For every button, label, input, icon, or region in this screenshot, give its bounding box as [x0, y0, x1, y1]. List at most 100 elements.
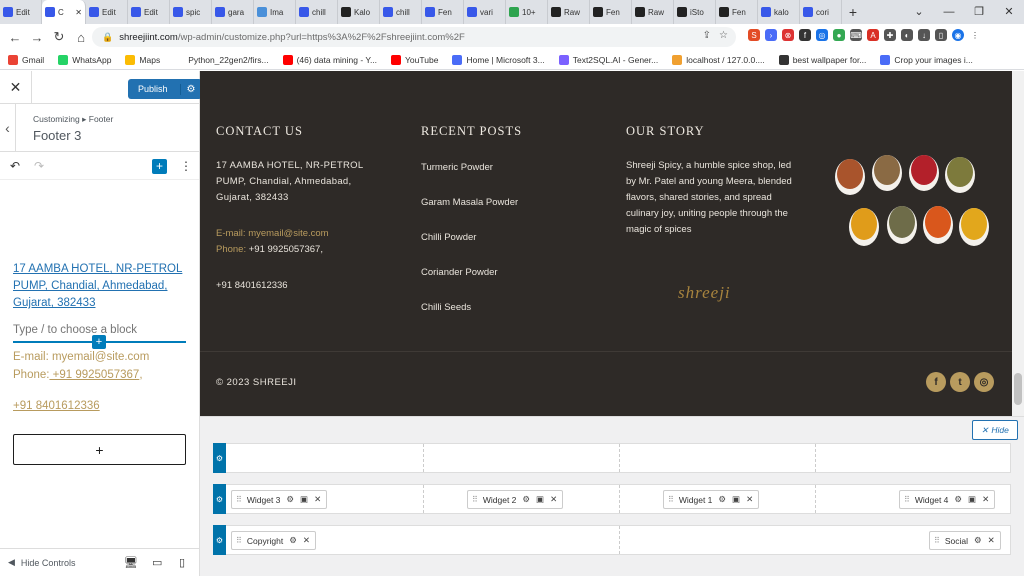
bookmark-item[interactable]: Gmail	[8, 54, 44, 65]
gear-icon[interactable]: ⚙	[289, 535, 297, 546]
close-icon[interactable]: ✕	[314, 494, 321, 505]
minimize-button[interactable]: —	[934, 0, 964, 24]
desktop-preview-icon[interactable]: 🖥	[124, 556, 138, 569]
browser-tab[interactable]: spic	[170, 0, 212, 24]
bookmark-item[interactable]: (46) data mining - Y...	[282, 54, 377, 65]
extension-icon[interactable]: A	[867, 29, 879, 41]
block-inserter-button[interactable]: +	[92, 335, 106, 349]
hide-controls-button[interactable]: ◀ Hide Controls	[8, 557, 75, 568]
forward-button[interactable]: →	[26, 30, 48, 45]
browser-tab[interactable]: gara	[212, 0, 254, 24]
back-button[interactable]: ←	[4, 30, 26, 45]
more-options-icon[interactable]: ⋮	[180, 159, 192, 173]
hide-builder-button[interactable]: ✕ Hide	[972, 420, 1018, 440]
extension-icon[interactable]: ●	[833, 29, 845, 41]
widget-chip[interactable]: ⠿ Copyright ⚙ ✕	[231, 531, 316, 550]
undo-icon[interactable]: ↶	[10, 159, 20, 173]
download-icon[interactable]: ↓	[918, 29, 930, 41]
bookmark-item[interactable]: Text2SQL.AI - Gener...	[558, 54, 658, 65]
row-settings-handle[interactable]: ⚙	[213, 443, 226, 473]
gear-icon[interactable]: ⚙	[718, 494, 726, 505]
gear-icon[interactable]: ⚙	[522, 494, 530, 505]
browser-tab[interactable]: Fen	[422, 0, 464, 24]
browser-tab[interactable]: C ✕	[42, 0, 86, 24]
extension-icon[interactable]: ⊗	[782, 29, 794, 41]
browser-tab[interactable]: cori	[800, 0, 842, 24]
drag-handle-icon[interactable]: ⠿	[934, 536, 940, 545]
close-icon[interactable]: ✕	[550, 494, 557, 505]
reload-button[interactable]: ↻	[48, 29, 70, 45]
browser-tab[interactable]: kalo	[758, 0, 800, 24]
drag-handle-icon[interactable]: ⠿	[236, 495, 242, 504]
widget-chip[interactable]: ⠿ Social ⚙ ✕	[929, 531, 1001, 550]
browser-tab[interactable]: iSto	[674, 0, 716, 24]
home-button[interactable]: ⌂	[70, 30, 92, 45]
facebook-icon[interactable]: f	[926, 372, 946, 392]
close-tab-icon[interactable]: ✕	[75, 8, 82, 17]
phone-link-1[interactable]: +91 9925057367	[49, 369, 140, 381]
browser-tab[interactable]: Edit	[86, 0, 128, 24]
bookmark-star-icon[interactable]: ☆	[719, 30, 728, 41]
contact-email[interactable]: E-mail: myemail@site.com	[216, 228, 329, 239]
bookmark-item[interactable]: Crop your images i...	[880, 54, 973, 65]
extension-icon[interactable]: ›	[765, 29, 777, 41]
share-icon[interactable]: ⇪	[703, 30, 711, 41]
close-icon[interactable]: ✕	[982, 494, 989, 505]
browser-tab[interactable]: Edit	[0, 0, 42, 24]
browser-tab[interactable]: Fen	[590, 0, 632, 24]
close-icon[interactable]: ✕	[988, 535, 995, 546]
drag-handle-icon[interactable]: ⠿	[668, 495, 674, 504]
drag-handle-icon[interactable]: ⠿	[236, 536, 242, 545]
extension-icon[interactable]: ◐	[901, 29, 913, 41]
extension-icon[interactable]: f	[799, 29, 811, 41]
recent-post-link[interactable]: Coriander Powder	[421, 267, 498, 278]
row-settings-handle[interactable]: ⚙	[213, 484, 226, 514]
bookmark-item[interactable]: YouTube	[391, 54, 438, 65]
edit-icon[interactable]: ▣	[536, 494, 544, 505]
browser-tab[interactable]: chill	[380, 0, 422, 24]
edit-icon[interactable]: ▣	[300, 494, 308, 505]
url-input[interactable]: 🔒 shreejiint.com/wp-admin/customize.php?…	[92, 27, 736, 47]
redo-icon[interactable]: ↷	[34, 159, 44, 173]
instagram-icon[interactable]: ◎	[974, 372, 994, 392]
widget-chip[interactable]: ⠿ Widget 4 ⚙ ▣ ✕	[899, 490, 996, 509]
browser-tab[interactable]: Fen	[716, 0, 758, 24]
add-block-box[interactable]: +	[13, 434, 186, 465]
tablet-preview-icon[interactable]: ▭	[152, 556, 162, 569]
phone-number-2[interactable]: +91 8401612336	[216, 280, 288, 291]
edit-icon[interactable]: ▣	[968, 494, 976, 505]
close-icon[interactable]: ✕	[303, 535, 310, 546]
bookmark-item[interactable]: Maps	[125, 54, 160, 65]
drag-handle-icon[interactable]: ⠿	[472, 495, 478, 504]
sidebar-icon[interactable]: ▯	[935, 29, 947, 41]
row-settings-handle[interactable]: ⚙	[213, 525, 226, 555]
browser-tab[interactable]: Raw	[548, 0, 590, 24]
widget-chip[interactable]: ⠿ Widget 2 ⚙ ▣ ✕	[467, 490, 564, 509]
block-placeholder[interactable]: Type / to choose a block	[13, 324, 137, 336]
gear-icon[interactable]: ⚙	[286, 494, 294, 505]
widget-chip[interactable]: ⠿ Widget 1 ⚙ ▣ ✕	[663, 490, 760, 509]
drag-handle-icon[interactable]: ⠿	[904, 495, 910, 504]
edit-icon[interactable]: ▣	[732, 494, 740, 505]
bookmark-item[interactable]: localhost / 127.0.0....	[672, 54, 765, 65]
gear-icon[interactable]: ⚙	[179, 83, 202, 95]
extension-icon[interactable]: ◎	[816, 29, 828, 41]
browser-tab[interactable]: Edit	[128, 0, 170, 24]
browser-tab[interactable]: chill	[296, 0, 338, 24]
scrollbar-thumb[interactable]	[1014, 373, 1022, 405]
recent-post-link[interactable]: Turmeric Powder	[421, 162, 493, 173]
recent-post-link[interactable]: Chilli Powder	[421, 232, 476, 243]
menu-icon[interactable]: ⋮	[969, 29, 981, 41]
extension-icon[interactable]: ⌨	[850, 29, 862, 41]
bookmark-item[interactable]: best wallpaper for...	[778, 54, 866, 65]
bookmark-item[interactable]: WhatsApp	[58, 54, 111, 65]
address-link[interactable]: 17 AAMBA HOTEL, NR-PETROL PUMP, Chandial…	[13, 261, 188, 312]
gear-icon[interactable]: ⚙	[954, 494, 962, 505]
widget-chip[interactable]: ⠿ Widget 3 ⚙ ▣ ✕	[231, 490, 328, 509]
new-tab-button[interactable]: +	[842, 4, 864, 20]
puzzle-icon[interactable]: ✚	[884, 29, 896, 41]
preview-scrollbar[interactable]	[1012, 71, 1024, 416]
browser-tab[interactable]: Raw	[632, 0, 674, 24]
bookmark-item[interactable]: Home | Microsoft 3...	[452, 54, 545, 65]
tab-search-chevron-icon[interactable]: ⌄	[904, 0, 934, 24]
